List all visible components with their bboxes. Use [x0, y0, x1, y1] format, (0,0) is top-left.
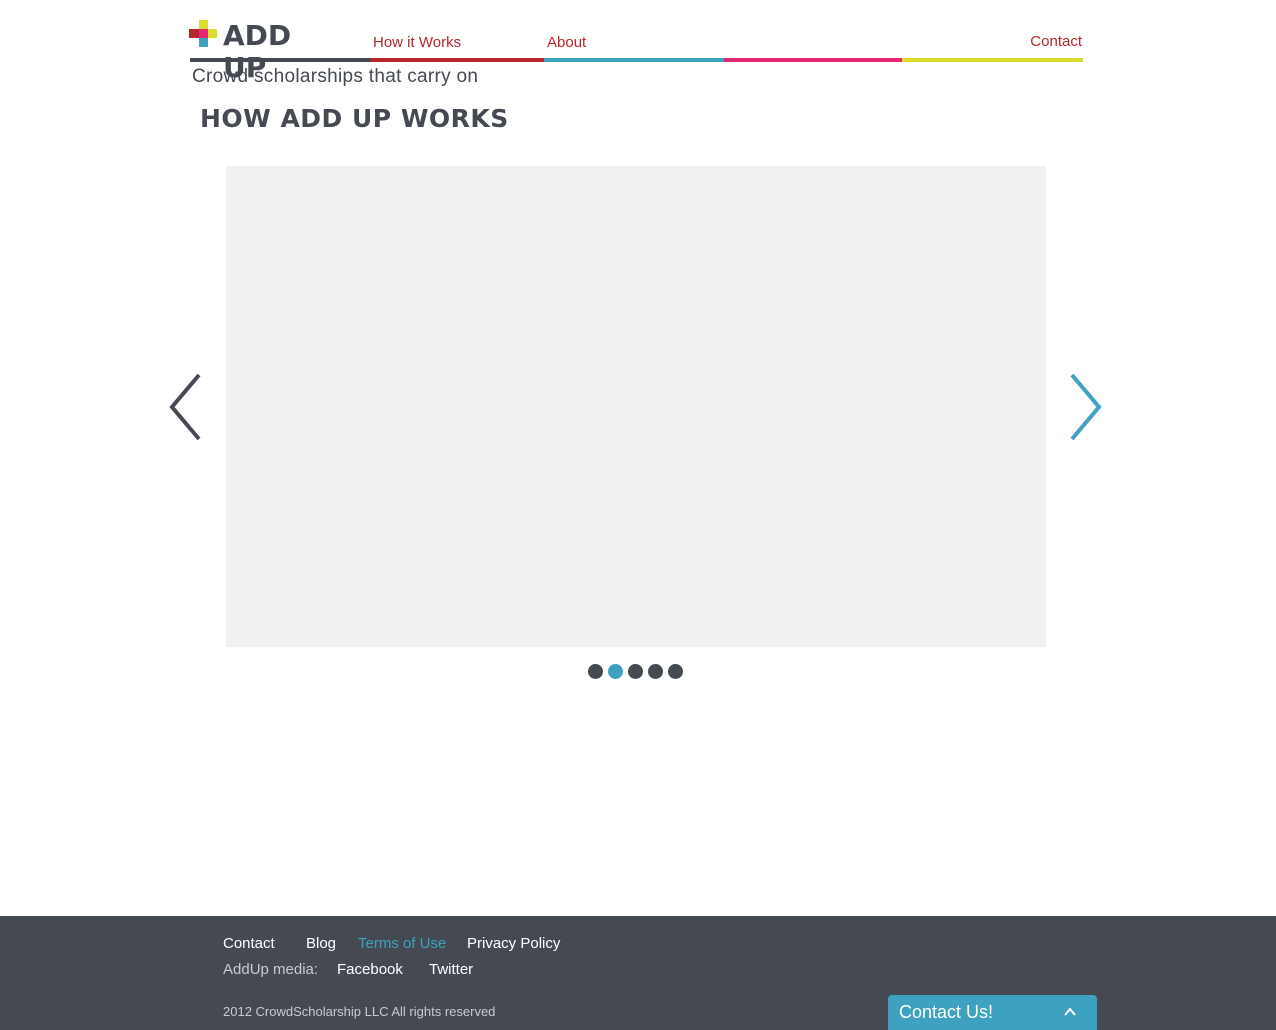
nav-divider-red: [370, 58, 544, 62]
nav-about[interactable]: About: [547, 34, 586, 51]
nav-contact[interactable]: Contact: [1030, 33, 1082, 50]
footer-link-terms[interactable]: Terms of Use: [358, 935, 446, 952]
logo-mark-icon: [189, 20, 217, 48]
chevron-left-icon[interactable]: [165, 372, 205, 442]
nav-divider-yellow: [902, 58, 1083, 62]
copyright: 2012 CrowdScholarship LLC All rights res…: [223, 1004, 496, 1019]
page-title: HOW ADD UP WORKS: [200, 104, 509, 133]
nav-divider-pink: [724, 58, 902, 62]
tagline: Crowd scholarships that carry on: [192, 66, 479, 87]
footer-media-label: AddUp media:: [223, 961, 319, 978]
carousel-slide: [226, 166, 1046, 647]
contact-us-tab[interactable]: Contact Us!: [888, 995, 1097, 1030]
nav-divider-blue: [544, 58, 724, 62]
footer-link-blog[interactable]: Blog: [306, 935, 336, 952]
carousel-dot[interactable]: [628, 664, 643, 679]
footer-link-twitter[interactable]: Twitter: [429, 961, 473, 978]
carousel-dot[interactable]: [648, 664, 663, 679]
footer-link-contact[interactable]: Contact: [223, 935, 275, 952]
contact-us-label: Contact Us!: [899, 1002, 994, 1022]
chevron-right-icon[interactable]: [1066, 372, 1106, 442]
nav-divider-dark: [190, 58, 370, 62]
footer-link-facebook[interactable]: Facebook: [337, 961, 403, 978]
footer-link-privacy[interactable]: Privacy Policy: [467, 935, 560, 952]
nav-how-it-works[interactable]: How it Works: [373, 34, 461, 51]
carousel-dot[interactable]: [668, 664, 683, 679]
chevron-up-icon: [1064, 1007, 1076, 1016]
carousel-dot-active[interactable]: [608, 664, 623, 679]
logo[interactable]: ADD UP: [189, 20, 329, 84]
carousel-dot[interactable]: [588, 664, 603, 679]
